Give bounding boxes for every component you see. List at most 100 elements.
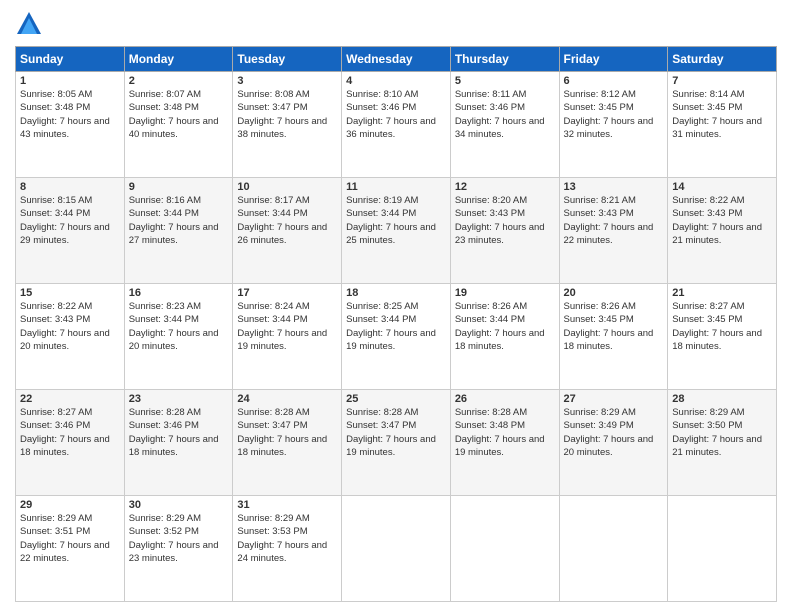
daylight: Daylight: 7 hours and 18 minutes.: [672, 328, 762, 352]
calendar-week-5: 29Sunrise: 8:29 AMSunset: 3:51 PMDayligh…: [16, 496, 777, 602]
day-number: 12: [455, 181, 555, 193]
day-number: 28: [672, 393, 772, 405]
calendar-cell: 26Sunrise: 8:28 AMSunset: 3:48 PMDayligh…: [450, 390, 559, 496]
day-number: 15: [20, 287, 120, 299]
day-info: Sunrise: 8:15 AMSunset: 3:44 PMDaylight:…: [20, 194, 120, 247]
sunrise: Sunrise: 8:17 AM: [237, 195, 309, 206]
day-number: 1: [20, 75, 120, 87]
day-number: 20: [564, 287, 664, 299]
daylight: Daylight: 7 hours and 22 minutes.: [20, 540, 110, 564]
daylight: Daylight: 7 hours and 20 minutes.: [129, 328, 219, 352]
calendar-cell: 19Sunrise: 8:26 AMSunset: 3:44 PMDayligh…: [450, 284, 559, 390]
daylight: Daylight: 7 hours and 31 minutes.: [672, 116, 762, 140]
daylight: Daylight: 7 hours and 34 minutes.: [455, 116, 545, 140]
sunrise: Sunrise: 8:28 AM: [455, 407, 527, 418]
sunset: Sunset: 3:45 PM: [672, 314, 742, 325]
day-info: Sunrise: 8:05 AMSunset: 3:48 PMDaylight:…: [20, 88, 120, 141]
sunrise: Sunrise: 8:28 AM: [346, 407, 418, 418]
sunrise: Sunrise: 8:29 AM: [672, 407, 744, 418]
daylight: Daylight: 7 hours and 24 minutes.: [237, 540, 327, 564]
sunset: Sunset: 3:44 PM: [129, 208, 199, 219]
sunset: Sunset: 3:43 PM: [672, 208, 742, 219]
daylight: Daylight: 7 hours and 18 minutes.: [237, 434, 327, 458]
calendar-cell: 20 Sunrise: 8:26 AM Sunset: 3:45 PM Dayligh…: [559, 284, 668, 390]
day-number: 4: [346, 75, 446, 87]
calendar-cell: 9Sunrise: 8:16 AMSunset: 3:44 PMDaylight…: [124, 178, 233, 284]
sunset: Sunset: 3:46 PM: [346, 102, 416, 113]
logo: [15, 10, 45, 38]
day-number: 16: [129, 287, 229, 299]
calendar-cell: 24Sunrise: 8:28 AMSunset: 3:47 PMDayligh…: [233, 390, 342, 496]
day-info: Sunrise: 8:22 AMSunset: 3:43 PMDaylight:…: [20, 300, 120, 353]
day-number: 26: [455, 393, 555, 405]
day-number: 23: [129, 393, 229, 405]
day-number: 19: [455, 287, 555, 299]
calendar-cell: 21Sunrise: 8:27 AMSunset: 3:45 PMDayligh…: [668, 284, 777, 390]
day-info: Sunrise: 8:12 AMSunset: 3:45 PMDaylight:…: [564, 88, 664, 141]
sunrise: Sunrise: 8:26 AM: [564, 301, 636, 312]
daylight: Daylight: 7 hours and 25 minutes.: [346, 222, 436, 246]
daylight: Daylight: 7 hours and 23 minutes.: [455, 222, 545, 246]
daylight: Daylight: 7 hours and 40 minutes.: [129, 116, 219, 140]
day-info: Sunrise: 8:29 AMSunset: 3:53 PMDaylight:…: [237, 512, 337, 565]
daylight: Daylight: 7 hours and 22 minutes.: [564, 222, 654, 246]
day-info: Sunrise: 8:07 AMSunset: 3:48 PMDaylight:…: [129, 88, 229, 141]
calendar-week-1: 1Sunrise: 8:05 AMSunset: 3:48 PMDaylight…: [16, 72, 777, 178]
calendar-cell: 22Sunrise: 8:27 AMSunset: 3:46 PMDayligh…: [16, 390, 125, 496]
day-number: 17: [237, 287, 337, 299]
sunset: Sunset: 3:48 PM: [20, 102, 90, 113]
sunrise: Sunrise: 8:14 AM: [672, 89, 744, 100]
calendar-cell: 3Sunrise: 8:08 AMSunset: 3:47 PMDaylight…: [233, 72, 342, 178]
daylight: Daylight: 7 hours and 18 minutes.: [564, 328, 654, 352]
day-info: Sunrise: 8:26 AMSunset: 3:44 PMDaylight:…: [455, 300, 555, 353]
day-info: Sunrise: 8:11 AMSunset: 3:46 PMDaylight:…: [455, 88, 555, 141]
daylight: Daylight: 7 hours and 21 minutes.: [672, 434, 762, 458]
page: SundayMondayTuesdayWednesdayThursdayFrid…: [0, 0, 792, 612]
day-number: 25: [346, 393, 446, 405]
calendar-cell: 10Sunrise: 8:17 AMSunset: 3:44 PMDayligh…: [233, 178, 342, 284]
day-number: 9: [129, 181, 229, 193]
sunset: Sunset: 3:47 PM: [237, 420, 307, 431]
daylight: Daylight: 7 hours and 19 minutes.: [237, 328, 327, 352]
daylight: Daylight: 7 hours and 23 minutes.: [129, 540, 219, 564]
sunrise: Sunrise: 8:28 AM: [129, 407, 201, 418]
sunset: Sunset: 3:46 PM: [129, 420, 199, 431]
day-number: 6: [564, 75, 664, 87]
day-number: 2: [129, 75, 229, 87]
sunrise: Sunrise: 8:24 AM: [237, 301, 309, 312]
day-info: Sunrise: 8:19 AMSunset: 3:44 PMDaylight:…: [346, 194, 446, 247]
calendar-cell: [668, 496, 777, 602]
calendar-cell: 29Sunrise: 8:29 AMSunset: 3:51 PMDayligh…: [16, 496, 125, 602]
daylight: Daylight: 7 hours and 20 minutes.: [564, 434, 654, 458]
sunset: Sunset: 3:43 PM: [564, 208, 634, 219]
calendar-week-3: 15 Sunrise: 8:22 AM Sunset: 3:43 PM Dayligh…: [16, 284, 777, 390]
calendar-cell: 12 Sunrise: 8:20 AM Sunset: 3:43 PM Dayligh…: [450, 178, 559, 284]
sunset: Sunset: 3:43 PM: [20, 314, 90, 325]
calendar-cell: 16Sunrise: 8:23 AMSunset: 3:44 PMDayligh…: [124, 284, 233, 390]
sunrise: Sunrise: 8:20 AM: [455, 195, 527, 206]
day-number: 5: [455, 75, 555, 87]
calendar-cell: 17Sunrise: 8:24 AMSunset: 3:44 PMDayligh…: [233, 284, 342, 390]
day-info: Sunrise: 8:24 AMSunset: 3:44 PMDaylight:…: [237, 300, 337, 353]
sunrise: Sunrise: 8:22 AM: [20, 301, 92, 312]
day-info: Sunrise: 8:27 AMSunset: 3:45 PMDaylight:…: [672, 300, 772, 353]
calendar-cell: 31Sunrise: 8:29 AMSunset: 3:53 PMDayligh…: [233, 496, 342, 602]
day-number: 31: [237, 499, 337, 511]
sunset: Sunset: 3:52 PM: [129, 526, 199, 537]
sunset: Sunset: 3:47 PM: [237, 102, 307, 113]
day-info: Sunrise: 8:26 AM Sunset: 3:45 PM Daylight:…: [564, 300, 664, 353]
day-number: 8: [20, 181, 120, 193]
calendar-cell: 7Sunrise: 8:14 AMSunset: 3:45 PMDaylight…: [668, 72, 777, 178]
day-info: Sunrise: 8:29 AMSunset: 3:49 PMDaylight:…: [564, 406, 664, 459]
day-number: 18: [346, 287, 446, 299]
calendar-cell: 14Sunrise: 8:22 AMSunset: 3:43 PMDayligh…: [668, 178, 777, 284]
sunset: Sunset: 3:45 PM: [564, 314, 634, 325]
day-info: Sunrise: 8:27 AMSunset: 3:46 PMDaylight:…: [20, 406, 120, 459]
day-info: Sunrise: 8:21 AMSunset: 3:43 PMDaylight:…: [564, 194, 664, 247]
sunset: Sunset: 3:43 PM: [455, 208, 525, 219]
day-info: Sunrise: 8:28 AMSunset: 3:48 PMDaylight:…: [455, 406, 555, 459]
header: [15, 10, 777, 38]
calendar-cell: [450, 496, 559, 602]
sunset: Sunset: 3:48 PM: [455, 420, 525, 431]
day-number: 10: [237, 181, 337, 193]
